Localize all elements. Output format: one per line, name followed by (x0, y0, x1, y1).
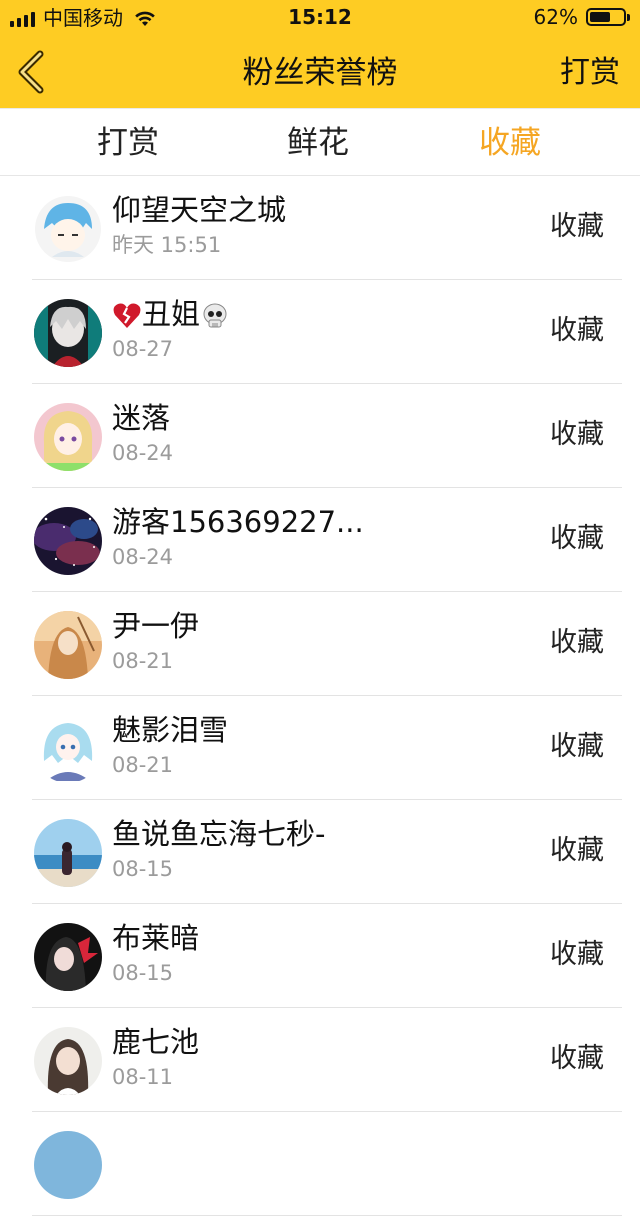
avatar (34, 299, 102, 367)
status-bar: 中国移动 15:12 62% (0, 0, 640, 36)
list-item[interactable]: 仰望天空之城 昨天 15:51 收藏 (0, 176, 640, 280)
fan-date: 08-21 (112, 649, 174, 673)
avatar (34, 819, 102, 887)
fan-name-text: 丑姐 (142, 297, 201, 331)
battery-percent: 62% (533, 5, 578, 29)
fan-name: 仰望天空之城 (112, 193, 287, 227)
avatar (34, 507, 102, 575)
tab-bar: 打赏 鲜花 收藏 (0, 108, 640, 176)
fan-date: 08-21 (112, 753, 174, 777)
fan-name: 鹿七池 (112, 1025, 200, 1059)
fan-date: 08-24 (112, 545, 174, 569)
list-item[interactable]: 布莱暗 08-15 收藏 (0, 904, 640, 1008)
avatar (34, 611, 102, 679)
list-item[interactable]: 魅影泪雪 08-21 收藏 (0, 696, 640, 800)
reward-button[interactable]: 打赏 (560, 54, 620, 92)
list-item[interactable]: 迷落 08-24 收藏 (0, 384, 640, 488)
fan-name: 迷落 (112, 401, 171, 435)
fan-date: 08-15 (112, 857, 174, 881)
fan-date: 08-27 (112, 337, 174, 361)
fan-name: 魅影泪雪 (112, 713, 229, 747)
battery-icon (586, 8, 626, 26)
list-item[interactable]: 鹿七池 08-11 收藏 (0, 1008, 640, 1112)
fan-name: 丑姐 (112, 296, 230, 332)
fan-name: 鱼说鱼忘海七秒- (112, 817, 326, 851)
avatar (34, 715, 102, 783)
fan-action-label: 收藏 (550, 731, 604, 762)
list-item[interactable]: 丑姐 08-27 收藏 (0, 280, 640, 384)
list-item[interactable]: 鱼说鱼忘海七秒- 08-15 收藏 (0, 800, 640, 904)
tab-flowers[interactable]: 鲜花 (258, 123, 378, 163)
list-item-partial[interactable] (0, 1112, 640, 1216)
battery-tip (627, 13, 630, 21)
list-item[interactable]: 尹一伊 08-21 收藏 (0, 592, 640, 696)
fan-name: 尹一伊 (112, 609, 200, 643)
fan-list: 仰望天空之城 昨天 15:51 收藏 丑姐 08-27 收藏 迷落 08-24 … (0, 176, 640, 1216)
battery-fill (590, 12, 610, 22)
avatar (34, 923, 102, 991)
broken-heart-icon (113, 303, 141, 328)
fan-action-label: 收藏 (550, 627, 604, 658)
avatar (34, 1027, 102, 1095)
fan-action-label: 收藏 (550, 939, 604, 970)
fan-date: 08-24 (112, 441, 174, 465)
fan-date: 昨天 15:51 (112, 233, 222, 257)
page-title: 粉丝荣誉榜 (242, 55, 398, 91)
fan-action-label: 收藏 (550, 1043, 604, 1074)
list-item[interactable]: 游客156369227... 08-24 收藏 (0, 488, 640, 592)
fan-action-label: 收藏 (550, 419, 604, 450)
tab-reward[interactable]: 打赏 (68, 123, 188, 163)
fan-action-label: 收藏 (550, 523, 604, 554)
avatar (34, 1131, 102, 1199)
tab-favorites[interactable]: 收藏 (450, 123, 570, 163)
fan-action-label: 收藏 (550, 315, 604, 346)
fan-name: 游客156369227... (112, 505, 364, 539)
avatar (34, 195, 102, 263)
avatar (34, 403, 102, 471)
fan-action-label: 收藏 (550, 211, 604, 242)
fan-date: 08-15 (112, 961, 174, 985)
fan-name: 布莱暗 (112, 921, 200, 955)
nav-header: 粉丝荣誉榜 打赏 (0, 36, 640, 108)
fan-action-label: 收藏 (550, 835, 604, 866)
fan-date: 08-11 (112, 1065, 174, 1089)
skull-icon (203, 303, 227, 328)
status-right: 62% (534, 6, 630, 28)
